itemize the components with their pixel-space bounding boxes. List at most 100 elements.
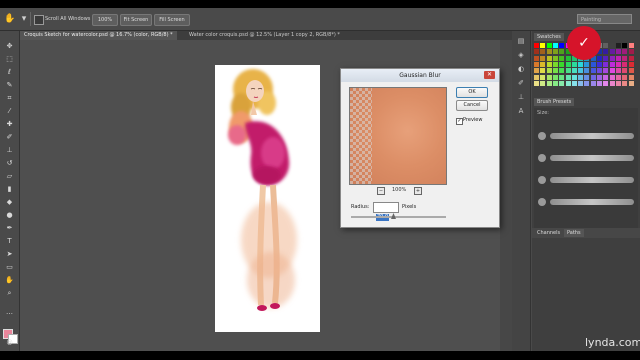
history-icon[interactable]: ▤: [516, 37, 526, 46]
swatch-chip[interactable]: [552, 74, 558, 80]
swatch-chip[interactable]: [534, 43, 539, 48]
swatch-chip[interactable]: [603, 68, 609, 74]
character-icon[interactable]: A: [516, 107, 526, 116]
swatch-chip[interactable]: [597, 61, 602, 67]
history-brush-tool-icon[interactable]: ↺: [4, 158, 15, 168]
swatch-chip[interactable]: [552, 68, 558, 74]
swatch-chip[interactable]: [603, 80, 609, 86]
swatch-chip[interactable]: [597, 74, 602, 80]
swatch-chip[interactable]: [559, 68, 565, 74]
crop-tool-icon[interactable]: ⌗: [4, 93, 15, 103]
swatch-chip[interactable]: [584, 61, 590, 67]
swatch-chip[interactable]: [565, 55, 571, 61]
ok-button[interactable]: OK: [456, 87, 488, 98]
swatch-chip[interactable]: [565, 74, 571, 80]
clone-source-icon[interactable]: ⊥: [516, 93, 526, 102]
swatch-chip[interactable]: [584, 80, 590, 86]
brush-tip-preview[interactable]: [538, 132, 546, 140]
swatch-chip[interactable]: [622, 74, 628, 80]
swatch-chip[interactable]: [597, 55, 602, 61]
brush-stroke-preview[interactable]: [550, 133, 634, 139]
swatch-chip[interactable]: [628, 80, 634, 86]
swatch-chip[interactable]: [622, 55, 628, 61]
cancel-button[interactable]: Cancel: [456, 100, 488, 111]
swatch-chip[interactable]: [578, 61, 584, 67]
swatch-chip[interactable]: [622, 68, 628, 74]
swatch-chip[interactable]: [534, 55, 539, 61]
swatch-chip[interactable]: [590, 74, 596, 80]
radius-input[interactable]: 70.0: [373, 202, 399, 221]
swatch-chip[interactable]: [565, 80, 571, 86]
swatch-chip[interactable]: [622, 49, 628, 55]
swatch-chip[interactable]: [565, 68, 571, 74]
scroll-all-windows-checkbox[interactable]: [34, 15, 44, 25]
swatch-chip[interactable]: [571, 80, 577, 86]
swatch-chip[interactable]: [615, 61, 621, 67]
swatch-chip[interactable]: [571, 74, 577, 80]
swatch-chip[interactable]: [559, 80, 565, 86]
zoom-tool-icon[interactable]: ⌕: [4, 288, 15, 298]
swatch-chip[interactable]: [578, 80, 584, 86]
swatch-chip[interactable]: [603, 55, 609, 61]
radius-slider-thumb[interactable]: [391, 213, 396, 219]
swatch-chip[interactable]: [609, 68, 615, 74]
swatch-chip[interactable]: [603, 61, 609, 67]
swatch-chip[interactable]: [628, 68, 634, 74]
swatch-chip[interactable]: [534, 49, 539, 55]
swatch-chip[interactable]: [597, 68, 602, 74]
swatch-chip[interactable]: [615, 43, 621, 48]
swatch-chip[interactable]: [552, 55, 558, 61]
swatch-chip[interactable]: [590, 80, 596, 86]
swatch-chip[interactable]: [552, 61, 558, 67]
swatch-chip[interactable]: [552, 49, 558, 55]
swatch-chip[interactable]: [534, 61, 539, 67]
swatch-chip[interactable]: [609, 49, 615, 55]
pen-tool-icon[interactable]: ✒: [4, 223, 15, 233]
shape-tool-icon[interactable]: ▭: [4, 262, 15, 272]
swatch-chip[interactable]: [603, 43, 609, 48]
swatch-chip[interactable]: [615, 74, 621, 80]
vertical-scrollbar[interactable]: [500, 40, 512, 351]
swatch-chip[interactable]: [559, 61, 565, 67]
swatch-chip[interactable]: [540, 55, 546, 61]
swatch-chip[interactable]: [615, 68, 621, 74]
zoom-out-icon[interactable]: −: [377, 187, 385, 195]
swatch-chip[interactable]: [590, 68, 596, 74]
swatch-chip[interactable]: [622, 61, 628, 67]
doc-tab-croquis-sketch[interactable]: Croquis Sketch for watercolor.psd @ 16.7…: [20, 31, 177, 40]
hand-tool-icon[interactable]: ✋: [4, 13, 16, 25]
swatch-chip[interactable]: [615, 49, 621, 55]
swatch-chip[interactable]: [571, 61, 577, 67]
brush-tip-preview[interactable]: [538, 176, 546, 184]
swatch-chip[interactable]: [540, 61, 546, 67]
tab-swatches[interactable]: Swatches: [534, 33, 564, 41]
swatch-chip[interactable]: [559, 55, 565, 61]
tab-paths[interactable]: Paths: [564, 229, 584, 237]
brush-icon[interactable]: ✐: [516, 79, 526, 88]
swatch-chip[interactable]: [609, 55, 615, 61]
close-icon[interactable]: ✕: [484, 71, 495, 79]
hand-tool-icon[interactable]: ✋: [4, 275, 15, 285]
swatch-chip[interactable]: [609, 80, 615, 86]
zoom-in-icon[interactable]: +: [414, 187, 422, 195]
swatch-chip[interactable]: [559, 49, 565, 55]
radius-slider[interactable]: [351, 213, 446, 219]
swatch-chip[interactable]: [540, 80, 546, 86]
swatch-chip[interactable]: [552, 43, 558, 48]
swatch-chip[interactable]: [590, 61, 596, 67]
swatch-chip[interactable]: [578, 68, 584, 74]
swatch-chip[interactable]: [622, 43, 628, 48]
workspace-switcher[interactable]: Painting: [577, 14, 632, 24]
swatch-chip[interactable]: [622, 80, 628, 86]
blur-preview-image[interactable]: [349, 87, 447, 185]
healing-brush-tool-icon[interactable]: ✚: [4, 119, 15, 129]
eraser-tool-icon[interactable]: ▱: [4, 171, 15, 181]
brush-tip-preview[interactable]: [538, 198, 546, 206]
swatch-chip[interactable]: [559, 74, 565, 80]
swatch-chip[interactable]: [578, 74, 584, 80]
brush-tool-icon[interactable]: ✐: [4, 132, 15, 142]
swatch-chip[interactable]: [571, 68, 577, 74]
brush-stroke-preview[interactable]: [550, 199, 634, 205]
clone-stamp-tool-icon[interactable]: ⊥: [4, 145, 15, 155]
swatch-chip[interactable]: [552, 80, 558, 86]
